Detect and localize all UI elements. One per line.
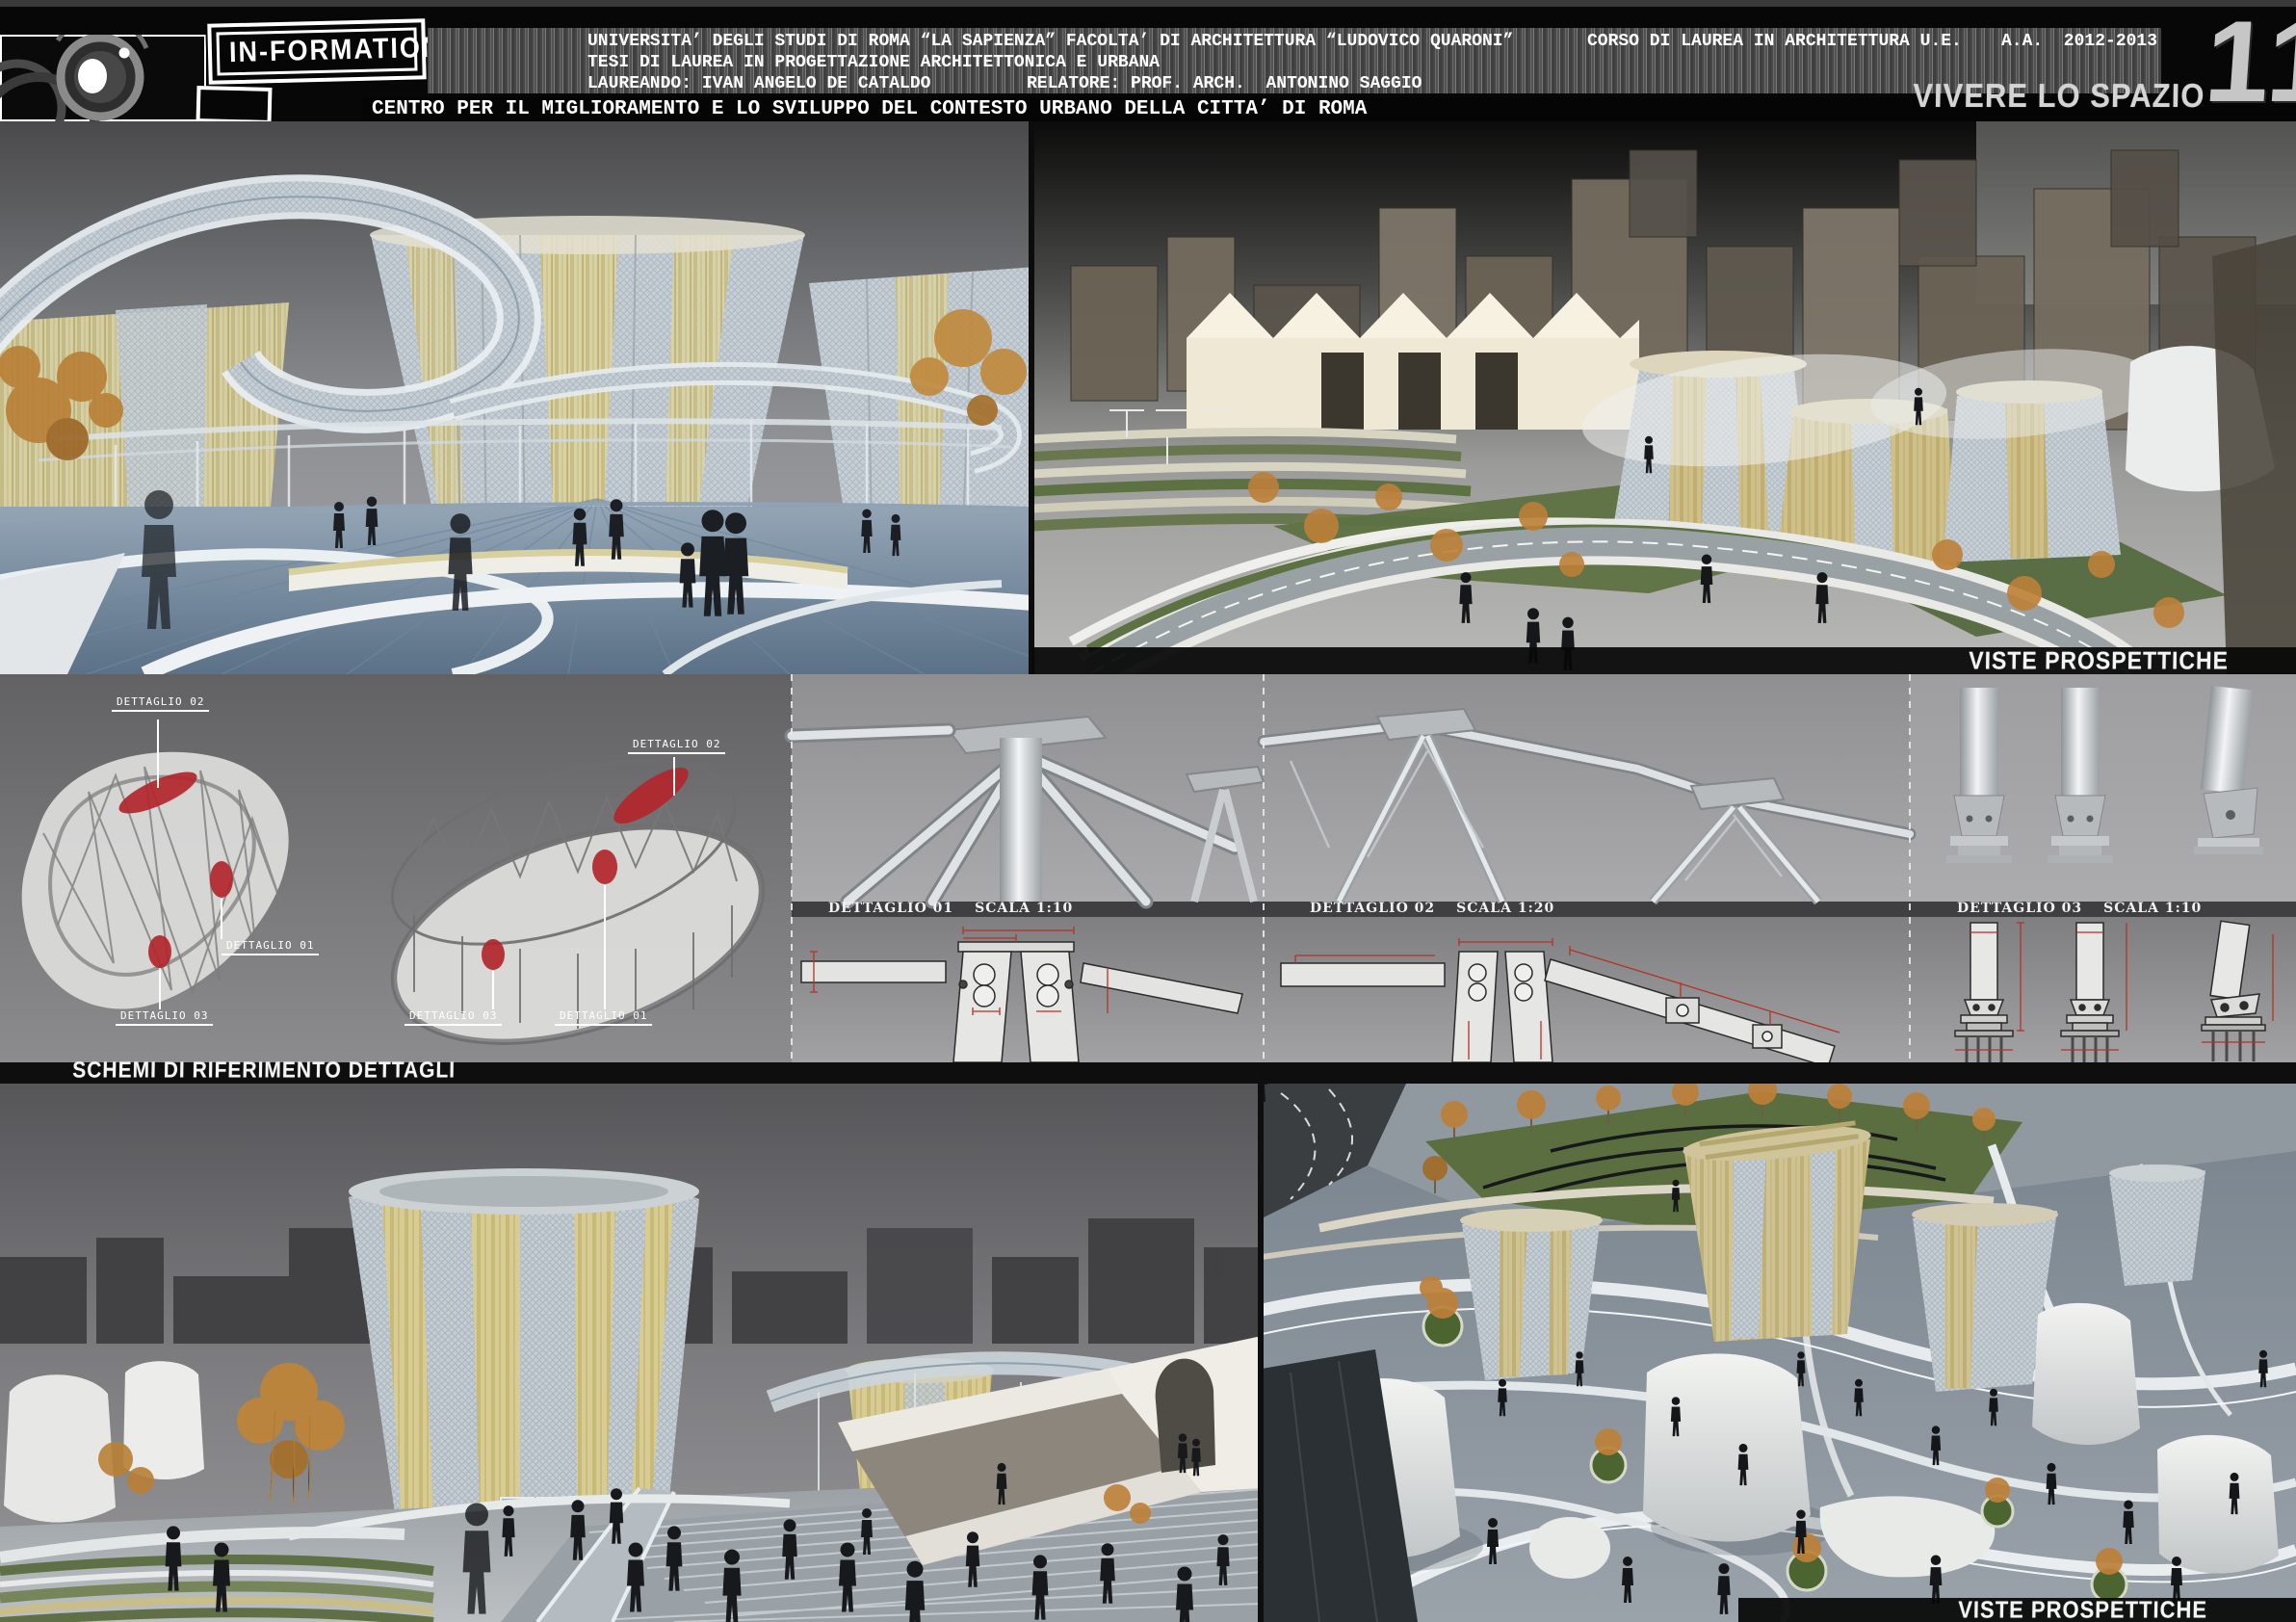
bottom-render-divider <box>1258 1084 1264 1622</box>
logo-frame: IN-FORMATION <box>207 18 426 85</box>
render-top-right-aerial <box>1032 121 2296 674</box>
logo-tail-shape <box>196 86 273 124</box>
detail-03-scale: SCALA 1:10 <box>2103 901 2202 916</box>
detail-strip <box>0 674 2296 1084</box>
plan-detail-label-02: DETTAGLIO 02 <box>112 695 209 712</box>
detail-01-label: DETTAGLIO 01 <box>828 901 953 916</box>
logo-text: IN-FORMATION <box>229 31 443 69</box>
advisor-line: RELATORE: PROF. ARCH. ANTONINO SAGGIO <box>1027 74 1422 93</box>
presentation-board: IN-FORMATION UNIVERSITA’ DEGLI STUDI DI … <box>0 0 2296 1622</box>
thesis-line: TESI DI LAUREA IN PROGETTAZIONE ARCHITET… <box>587 53 1160 72</box>
detail-01-scale: SCALA 1:10 <box>975 901 1073 916</box>
axon-detail-label-01: DETTAGLIO 01 <box>555 1009 652 1026</box>
foreground-building <box>2212 235 2296 674</box>
top-views-caption: VISTE PROSPETTICHE <box>1969 646 2229 675</box>
detail-01-caption: DETTAGLIO 01 SCALA 1:10 <box>828 901 1073 916</box>
schematics-caption: SCHEMI DI RIFERIMENTO DETTAGLI <box>72 1058 456 1084</box>
course-line: CORSO DI LAUREA IN ARCHITETTURA U.E. <box>1587 32 1962 51</box>
in-formation-logo: IN-FORMATION <box>208 21 426 104</box>
header-top-strip <box>0 0 2296 7</box>
year-label: A.A. 2012-2013 <box>2001 32 2157 51</box>
detail-02-label: DETTAGLIO 02 <box>1310 901 1435 916</box>
bottom-views-caption: VISTE PROSPETTICHE <box>1958 1596 2207 1622</box>
render-bottom-left-perspective <box>0 1084 1262 1622</box>
header: IN-FORMATION UNIVERSITA’ DEGLI STUDI DI … <box>0 0 2296 121</box>
detail-03-label: DETTAGLIO 03 <box>1957 901 2082 916</box>
axon-detail-label-02: DETTAGLIO 02 <box>628 738 725 754</box>
candidate-line: LAUREANDO: IVAN ANGELO DE CATALDO <box>587 74 930 93</box>
detail-03-caption: DETTAGLIO 03 SCALA 1:10 <box>1957 901 2202 916</box>
camera-lens-graphic <box>0 35 206 121</box>
plan-detail-label-03: DETTAGLIO 03 <box>116 1009 213 1026</box>
bottom-views-caption-bar: VISTE PROSPETTICHE <box>1738 1598 2296 1622</box>
plan-detail-label-01: DETTAGLIO 01 <box>222 939 319 955</box>
board-number: 11 <box>2202 4 2296 119</box>
detail-02-scale: SCALA 1:20 <box>1456 901 1554 916</box>
project-title: CENTRO PER IL MIGLIORAMENTO E LO SVILUPP… <box>372 98 1367 120</box>
detail-02-caption: DETTAGLIO 02 SCALA 1:20 <box>1310 901 1554 916</box>
render-bottom-right-aerial <box>1262 1084 2296 1622</box>
top-views-caption-bar: VISTE PROSPETTICHE <box>1032 647 2296 674</box>
axon-detail-label-03: DETTAGLIO 03 <box>404 1009 502 1026</box>
university-line: UNIVERSITA’ DEGLI STUDI DI ROMA “LA SAPI… <box>587 32 1513 51</box>
top-render-divider <box>1029 121 1034 674</box>
series-title: VIVERE LO SPAZIO <box>1913 77 2205 116</box>
render-top-left-perspective <box>0 121 1032 674</box>
